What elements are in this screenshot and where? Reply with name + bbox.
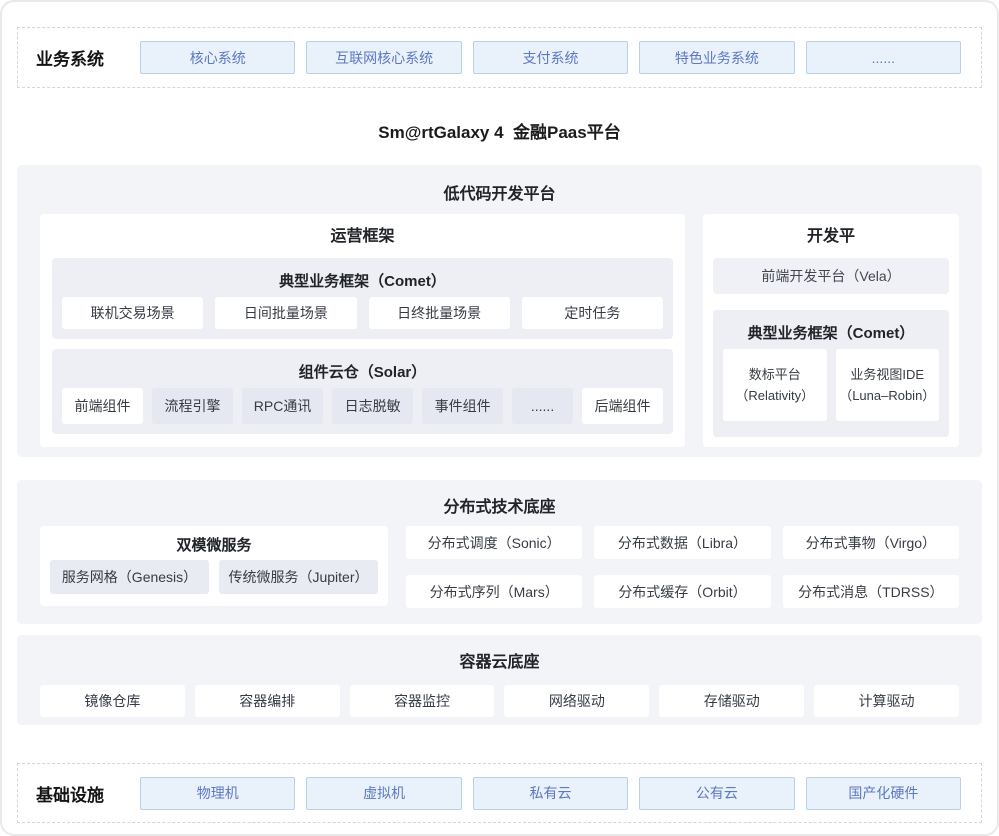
storage-driver-box: 存储驱动: [659, 685, 804, 717]
relativity-label-line1: 数标平台: [749, 364, 801, 385]
lowcode-panel-title: 低代码开发平台: [40, 165, 959, 204]
scenario-scheduled-task-chip: 定时任务: [522, 297, 663, 329]
operations-framework-card: 运营框架 典型业务框架（Comet） 联机交易场景 日间批量场景 日终批量场景 …: [40, 214, 685, 447]
luna-robin-label-line2: （Luna–Robin）: [839, 385, 935, 406]
private-cloud-button[interactable]: 私有云: [473, 777, 628, 810]
rpc-communication-chip: RPC通讯: [242, 388, 323, 424]
infrastructure-label: 基础设施: [36, 781, 140, 806]
domestic-hardware-button[interactable]: 国产化硬件: [806, 777, 961, 810]
solar-component-cloud-title: 组件云仓（Solar）: [62, 358, 663, 388]
distributed-body: 双模微服务 服务网格（Genesis） 传统微服务（Jupiter） 分布式调度…: [40, 526, 959, 608]
orbit-distributed-cache-box: 分布式缓存（Orbit）: [594, 575, 770, 608]
scenario-online-transaction-chip: 联机交易场景: [62, 297, 203, 329]
libra-distributed-data-box: 分布式数据（Libra）: [594, 526, 770, 559]
container-cloud-panel-title: 容器云底座: [40, 635, 959, 672]
solar-component-row: 前端组件 流程引擎 RPC通讯 日志脱敏 事件组件 ...... 后端组件: [62, 388, 663, 424]
sonic-distributed-scheduling-box: 分布式调度（Sonic）: [406, 526, 582, 559]
comet-business-framework-title: 典型业务框架（Comet）: [62, 267, 663, 297]
business-systems-row: 业务系统 核心系统 互联网核心系统 支付系统 特色业务系统 ......: [17, 27, 982, 88]
genesis-service-mesh-chip: 服务网格（Genesis）: [50, 560, 209, 594]
public-cloud-button[interactable]: 公有云: [639, 777, 794, 810]
luna-robin-label-line1: 业务视图IDE: [850, 364, 924, 385]
scenario-daytime-batch-chip: 日间批量场景: [215, 297, 356, 329]
business-system-more-button[interactable]: ......: [806, 41, 961, 74]
jupiter-traditional-microservice-chip: 传统微服务（Jupiter）: [219, 560, 378, 594]
infrastructure-row: 基础设施 物理机 虚拟机 私有云 公有云 国产化硬件: [17, 763, 982, 823]
platform-title: Sm@rtGalaxy 4 金融Paas平台: [17, 118, 982, 142]
virtual-machine-button[interactable]: 虚拟机: [306, 777, 461, 810]
distributed-panel: 分布式技术底座 双模微服务 服务网格（Genesis） 传统微服务（Jupite…: [17, 480, 982, 624]
lowcode-body: 运营框架 典型业务框架（Comet） 联机交易场景 日间批量场景 日终批量场景 …: [40, 214, 959, 447]
operations-framework-title: 运营框架: [52, 214, 673, 258]
comet-business-framework-section: 典型业务框架（Comet） 联机交易场景 日间批量场景 日终批量场景 定时任务: [52, 258, 673, 339]
container-cloud-panel: 容器云底座 镜像仓库 容器编排 容器监控 网络驱动 存储驱动 计算驱动: [17, 635, 982, 725]
dual-mode-microservice-card: 双模微服务 服务网格（Genesis） 传统微服务（Jupiter）: [40, 526, 388, 606]
log-masking-chip: 日志脱敏: [332, 388, 413, 424]
image-registry-box: 镜像仓库: [40, 685, 185, 717]
virgo-distributed-transaction-box: 分布式事物（Virgo）: [783, 526, 959, 559]
business-system-payment-button[interactable]: 支付系统: [473, 41, 628, 74]
business-systems-label: 业务系统: [36, 45, 140, 70]
frontend-component-chip: 前端组件: [62, 388, 143, 424]
lowcode-panel: 低代码开发平台 运营框架 典型业务框架（Comet） 联机交易场景 日间批量场景…: [17, 165, 982, 457]
backend-component-chip: 后端组件: [582, 388, 663, 424]
relativity-data-platform-chip: 数标平台 （Relativity）: [723, 349, 827, 421]
scenario-endofday-batch-chip: 日终批量场景: [369, 297, 510, 329]
architecture-diagram-page: 业务系统 核心系统 互联网核心系统 支付系统 特色业务系统 ...... Sm@…: [0, 0, 999, 836]
infrastructure-pill-row: 物理机 虚拟机 私有云 公有云 国产化硬件: [140, 777, 961, 810]
distributed-services-grid: 分布式调度（Sonic） 分布式数据（Libra） 分布式事物（Virgo） 分…: [406, 526, 959, 608]
comet-scenario-row: 联机交易场景 日间批量场景 日终批量场景 定时任务: [62, 297, 663, 329]
luna-robin-business-view-ide-chip: 业务视图IDE （Luna–Robin）: [836, 349, 940, 421]
dev-platform-title: 开发平: [713, 214, 949, 258]
compute-driver-box: 计算驱动: [814, 685, 959, 717]
business-system-special-button[interactable]: 特色业务系统: [639, 41, 794, 74]
business-system-internet-core-button[interactable]: 互联网核心系统: [306, 41, 461, 74]
network-driver-box: 网络驱动: [504, 685, 649, 717]
tdrss-distributed-message-box: 分布式消息（TDRSS）: [783, 575, 959, 608]
relativity-label-line2: （Relativity）: [735, 385, 814, 406]
dev-platform-card: 开发平 前端开发平台（Vela） 典型业务框架（Comet） 数标平台 （Rel…: [703, 214, 959, 447]
vela-frontend-dev-platform-bar: 前端开发平台（Vela）: [713, 258, 949, 294]
dual-mode-microservice-title: 双模微服务: [50, 532, 378, 560]
dev-comet-framework-section: 典型业务框架（Comet） 数标平台 （Relativity） 业务视图IDE …: [713, 310, 949, 437]
solar-component-cloud-section: 组件云仓（Solar） 前端组件 流程引擎 RPC通讯 日志脱敏 事件组件 ..…: [52, 349, 673, 434]
distributed-panel-title: 分布式技术底座: [40, 480, 959, 517]
more-components-chip: ......: [512, 388, 573, 424]
dev-tool-row: 数标平台 （Relativity） 业务视图IDE （Luna–Robin）: [723, 349, 939, 421]
process-engine-chip: 流程引擎: [152, 388, 233, 424]
business-system-core-button[interactable]: 核心系统: [140, 41, 295, 74]
dual-mode-chip-row: 服务网格（Genesis） 传统微服务（Jupiter）: [50, 560, 378, 594]
container-orchestration-box: 容器编排: [195, 685, 340, 717]
mars-distributed-sequence-box: 分布式序列（Mars）: [406, 575, 582, 608]
container-monitoring-box: 容器监控: [350, 685, 495, 717]
event-component-chip: 事件组件: [422, 388, 503, 424]
container-capability-row: 镜像仓库 容器编排 容器监控 网络驱动 存储驱动 计算驱动: [40, 685, 959, 717]
business-systems-pill-row: 核心系统 互联网核心系统 支付系统 特色业务系统 ......: [140, 41, 961, 74]
physical-machine-button[interactable]: 物理机: [140, 777, 295, 810]
dev-comet-framework-title: 典型业务框架（Comet）: [723, 319, 939, 349]
